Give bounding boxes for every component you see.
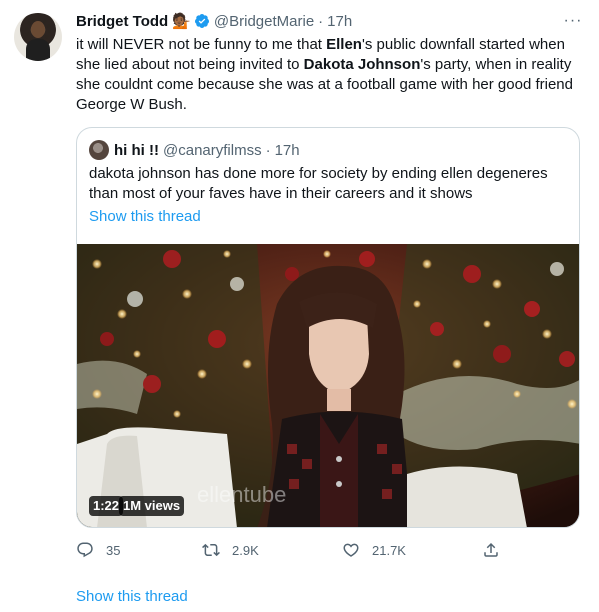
quote-author-handle: @canaryfilmss [163,141,262,159]
author-handle[interactable]: @BridgetMarie [214,13,314,30]
author-avatar[interactable] [14,13,62,61]
tweet-actions: 35 2.9K 21.7K [76,538,506,562]
quote-timestamp: 17h [274,141,300,159]
reply-count: 35 [106,542,121,558]
like-button[interactable]: 21.7K [342,538,406,562]
retweet-icon [202,543,220,557]
reply-icon [77,542,93,558]
video-watermark: ellentube [197,482,286,507]
reply-button[interactable]: 35 [76,538,120,562]
video-player[interactable]: ellentube 1:22 1M views [77,244,579,527]
author-emoji: 💁🏾 [172,13,191,30]
quote-separator-dot: · [265,141,271,159]
share-icon [484,542,498,557]
retweet-button[interactable]: 2.9K [202,538,259,562]
mention-dakota-johnson: Dakota Johnson [303,56,421,73]
mention-ellen: Ellen [326,36,362,53]
tweet-timestamp[interactable]: 17h [327,13,352,30]
tweet-text: it will NEVER not be funny to me that El… [76,36,573,113]
like-icon [343,543,359,557]
quote-author-avatar [89,140,109,160]
quote-show-thread-link[interactable]: Show this thread [89,208,201,225]
quoted-tweet[interactable]: hi hi !! @canaryfilmss · 17h dakota john… [76,127,580,528]
quote-header: hi hi !! @canaryfilmss · 17h [89,140,300,160]
quote-author-name: hi hi !! [114,141,159,159]
author-name[interactable]: Bridget Todd [76,13,168,30]
video-views-badge: 1M views [119,496,185,516]
like-count: 21.7K [372,542,406,558]
separator-dot: · [318,12,324,30]
retweet-count: 2.9K [232,542,259,558]
share-button[interactable] [482,538,512,562]
quote-text: dakota johnson has done more for society… [89,165,548,202]
video-thumbnail: ellentube [77,244,579,527]
verified-badge-icon [194,13,210,29]
video-duration-badge: 1:22 [89,496,124,516]
more-icon[interactable]: ··· [562,10,584,32]
tweet[interactable]: Bridget Todd 💁🏾 @BridgetMarie · 17h ··· … [0,0,599,612]
tweet-header: Bridget Todd 💁🏾 @BridgetMarie · 17h [76,10,352,32]
show-thread-link[interactable]: Show this thread [76,588,188,605]
